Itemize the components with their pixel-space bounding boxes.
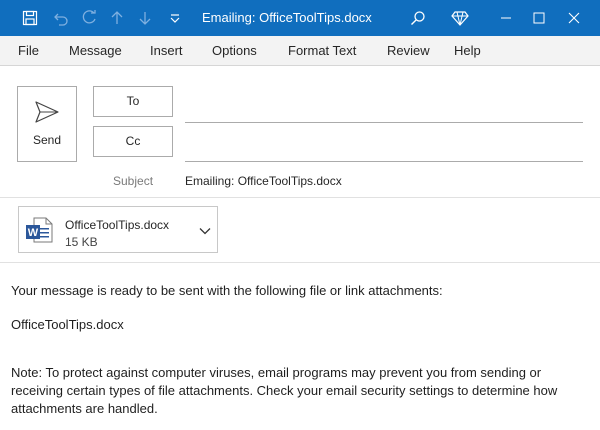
- diamond-icon[interactable]: [443, 0, 477, 36]
- down-arrow-icon[interactable]: [132, 0, 158, 36]
- to-button[interactable]: To: [93, 86, 173, 117]
- body-line-2: OfficeToolTips.docx: [11, 317, 124, 332]
- send-button[interactable]: Send: [17, 86, 77, 162]
- attachment-size: 15 KB: [65, 235, 98, 249]
- attachment-name: OfficeToolTips.docx: [65, 218, 170, 232]
- body-line-1: Your message is ready to be sent with th…: [11, 283, 443, 298]
- cc-field[interactable]: [185, 128, 583, 160]
- body-note: Note: To protect against computer viruse…: [11, 365, 558, 416]
- to-field-underline: [185, 122, 583, 123]
- undo-icon[interactable]: [48, 0, 74, 36]
- svg-text:W: W: [28, 227, 39, 239]
- menu-help[interactable]: Help: [454, 36, 481, 66]
- search-icon[interactable]: [401, 0, 435, 36]
- header-divider: [0, 197, 600, 198]
- attachment-divider: [0, 262, 600, 263]
- window-title: Emailing: OfficeToolTips.docx: [202, 10, 372, 25]
- menu-file[interactable]: File: [18, 36, 39, 66]
- menu-options[interactable]: Options: [212, 36, 257, 66]
- cc-button[interactable]: Cc: [93, 126, 173, 157]
- menu-message[interactable]: Message: [69, 36, 122, 66]
- menu-insert[interactable]: Insert: [150, 36, 183, 66]
- menu-bar: File Message Insert Options Format Text …: [0, 36, 600, 66]
- menu-format-text[interactable]: Format Text: [288, 36, 356, 66]
- cc-field-underline: [185, 161, 583, 162]
- maximize-icon[interactable]: [522, 0, 556, 36]
- customize-dropdown-icon[interactable]: [164, 0, 186, 36]
- attachment-card[interactable]: W OfficeToolTips.docx 15 KB: [18, 206, 218, 253]
- title-bar: Emailing: OfficeToolTips.docx: [0, 0, 600, 36]
- close-icon[interactable]: [557, 0, 591, 36]
- redo-icon[interactable]: [76, 0, 102, 36]
- word-document-icon: W: [25, 217, 53, 248]
- up-arrow-icon[interactable]: [104, 0, 130, 36]
- send-icon: [35, 101, 59, 123]
- minimize-icon[interactable]: [489, 0, 523, 36]
- save-icon[interactable]: [16, 0, 44, 36]
- to-field[interactable]: [185, 88, 583, 120]
- send-label: Send: [32, 133, 62, 147]
- menu-review[interactable]: Review: [387, 36, 430, 66]
- subject-label: Subject: [113, 174, 154, 188]
- subject-field[interactable]: Emailing: OfficeToolTips.docx: [185, 174, 342, 188]
- chevron-down-icon[interactable]: [199, 224, 211, 242]
